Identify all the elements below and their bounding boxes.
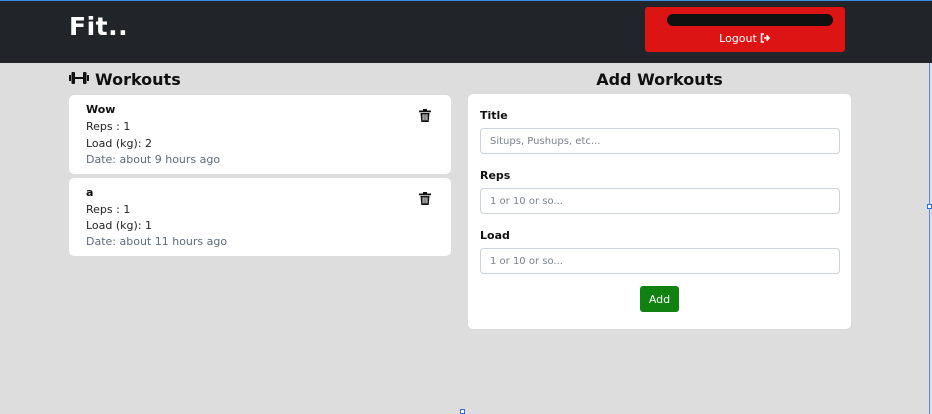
workout-reps: Reps : 1	[86, 120, 131, 133]
sign-out-icon	[760, 33, 771, 46]
workout-reps: Reps : 1	[86, 203, 131, 216]
redacted-username	[667, 14, 833, 26]
reps-input[interactable]	[480, 188, 840, 214]
resize-handle-bottom[interactable]	[460, 409, 465, 414]
workouts-heading: Workouts	[69, 70, 181, 89]
user-box: Logout	[645, 7, 845, 52]
workout-load: Load (kg): 1	[86, 219, 153, 232]
trash-icon[interactable]	[419, 107, 431, 122]
logout-label: Logout	[719, 32, 757, 45]
workout-title: a	[86, 186, 94, 199]
workout-load: Load (kg): 2	[86, 137, 153, 150]
dumbbell-icon	[69, 70, 89, 89]
navbar: Fit.. Logout	[0, 0, 932, 63]
load-input[interactable]	[480, 248, 840, 274]
workout-date: Date: about 11 hours ago	[86, 235, 228, 248]
title-input[interactable]	[480, 128, 840, 154]
workout-card: Wow Reps : 1 Load (kg): 2 Date: about 9 …	[69, 95, 451, 174]
logout-button[interactable]: Logout	[645, 32, 845, 46]
workouts-heading-text: Workouts	[95, 70, 181, 89]
add-workout-form: Title Reps Load Add	[468, 94, 851, 329]
add-workouts-heading: Add Workouts	[596, 70, 723, 89]
load-label: Load	[480, 229, 510, 242]
workout-title: Wow	[86, 103, 116, 116]
resize-handle-right[interactable]	[927, 204, 932, 209]
title-label: Title	[480, 109, 508, 122]
add-button[interactable]: Add	[640, 286, 679, 312]
brand-logo[interactable]: Fit..	[69, 12, 128, 41]
trash-icon[interactable]	[419, 190, 431, 205]
workout-date: Date: about 9 hours ago	[86, 153, 221, 166]
workout-card: a Reps : 1 Load (kg): 1 Date: about 11 h…	[69, 178, 451, 256]
reps-label: Reps	[480, 169, 511, 182]
